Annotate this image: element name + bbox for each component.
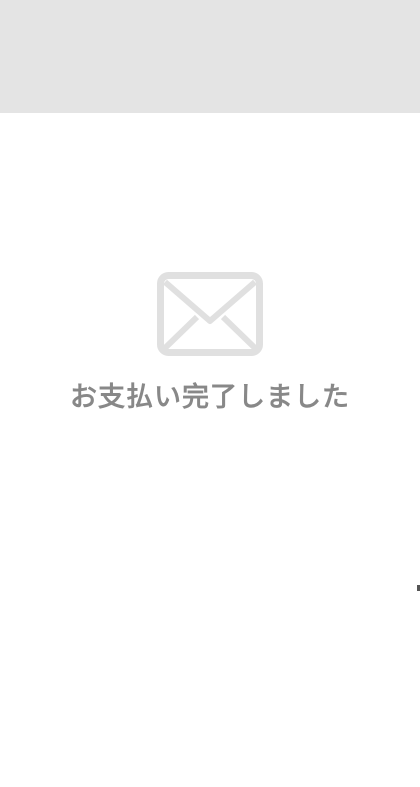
payment-complete-screen: お支払い完了しました (0, 0, 420, 787)
top-bar (0, 0, 420, 113)
envelope-icon (157, 272, 263, 356)
payment-complete-message: お支払い完了しました (70, 382, 350, 413)
